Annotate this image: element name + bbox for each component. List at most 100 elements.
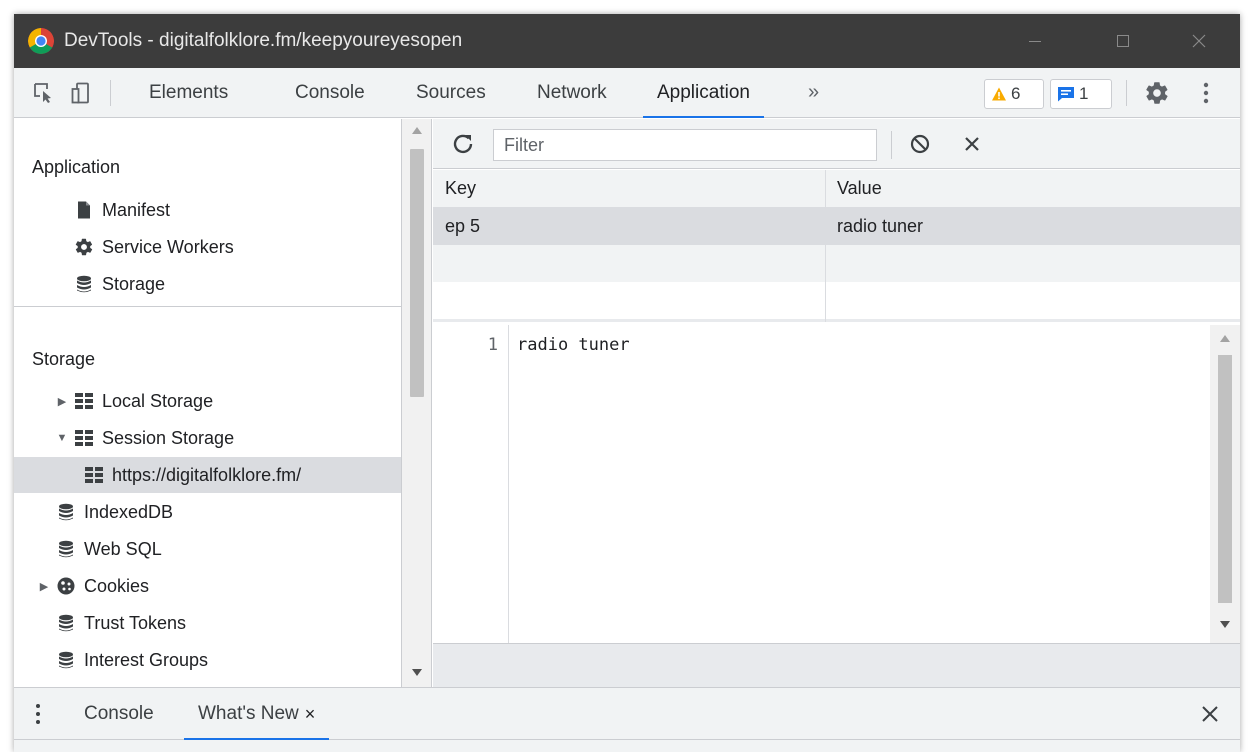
refresh-icon[interactable]: [451, 132, 475, 156]
close-tab-icon[interactable]: ×: [305, 688, 316, 740]
line-number: 1: [487, 335, 498, 355]
column-header-key[interactable]: Key: [433, 170, 825, 207]
database-icon: [59, 651, 73, 669]
scrollbar-thumb[interactable]: [1218, 355, 1232, 603]
sidebar-item-label: Local Storage: [102, 390, 214, 411]
drawer-tab-label: What's New: [198, 703, 299, 724]
maximize-icon: [1117, 35, 1129, 47]
more-options-icon[interactable]: [1201, 80, 1211, 106]
title-bar: DevTools - digitalfolklore.fm/keepyourey…: [14, 14, 1240, 68]
warnings-badge[interactable]: 6: [984, 79, 1044, 109]
sidebar-divider: [14, 306, 401, 307]
preview-status-strip: [433, 643, 1240, 687]
minimize-icon: [1029, 41, 1041, 42]
close-icon: [1192, 34, 1206, 48]
sidebar-item-label: IndexedDB: [84, 501, 174, 522]
chrome-logo-icon: [28, 28, 54, 54]
message-icon: [1058, 87, 1074, 102]
editor-scrollbar[interactable]: [1210, 325, 1240, 643]
sidebar-item-label: Manifest: [102, 199, 171, 220]
minimize-button[interactable]: [1006, 14, 1064, 68]
application-sidebar: Application Manifest Service Workers Sto…: [14, 119, 402, 687]
storage-data-grid: Key Value ep 5 radio tuner: [433, 170, 1240, 322]
sidebar-item-local-storage[interactable]: ▶ Local Storage: [14, 383, 401, 419]
more-tabs-button[interactable]: »: [808, 68, 819, 118]
scroll-down-arrow-icon[interactable]: [1220, 621, 1230, 628]
tab-sources[interactable]: Sources: [416, 68, 486, 118]
sidebar-item-label: Service Workers: [102, 236, 234, 257]
expand-arrow-icon[interactable]: ▶: [38, 580, 50, 593]
tab-elements[interactable]: Elements: [149, 68, 228, 118]
grid-icon: [75, 430, 93, 446]
delete-selected-close-icon[interactable]: [961, 133, 983, 155]
sidebar-item-interest-groups[interactable]: Interest Groups: [14, 642, 401, 678]
code-line[interactable]: radio tuner: [517, 335, 630, 355]
sidebar-item-label: Cookies: [84, 575, 150, 596]
sidebar-item-label: Web SQL: [84, 538, 162, 559]
database-icon: [59, 614, 73, 632]
messages-badge[interactable]: 1: [1050, 79, 1112, 109]
filter-separator: [891, 131, 892, 159]
sidebar-item-label: Trust Tokens: [84, 612, 187, 633]
clear-all-block-icon[interactable]: [909, 133, 931, 155]
sidebar-item-storage-overview[interactable]: Storage: [14, 266, 401, 302]
empty-table-row: [433, 282, 1240, 319]
window-title: DevTools - digitalfolklore.fm/keepyourey…: [64, 30, 463, 51]
sidebar-item-session-storage[interactable]: ▼ Session Storage: [14, 420, 401, 456]
sidebar-item-trust-tokens[interactable]: Trust Tokens: [14, 605, 401, 641]
close-drawer-icon[interactable]: [1200, 704, 1220, 724]
empty-table-row: [433, 245, 1240, 282]
grid-header: Key Value: [433, 170, 1240, 208]
inspect-element-icon[interactable]: [32, 81, 56, 105]
gear-icon: [75, 238, 93, 256]
drawer-tab-console[interactable]: Console: [84, 688, 154, 740]
row-key-cell[interactable]: ep 5: [433, 208, 825, 245]
storage-section-heading: Storage: [32, 349, 96, 369]
warning-icon: [992, 87, 1006, 101]
tab-network[interactable]: Network: [537, 68, 607, 118]
devtools-window: DevTools - digitalfolklore.fm/keepyourey…: [14, 14, 1240, 752]
sidebar-item-indexeddb[interactable]: IndexedDB: [14, 494, 401, 530]
collapse-arrow-icon[interactable]: ▼: [56, 432, 68, 444]
sidebar-item-manifest[interactable]: Manifest: [14, 192, 401, 228]
window-close-button[interactable]: [1170, 14, 1228, 68]
sidebar-item-session-origin[interactable]: https://digitalfolklore.fm/: [14, 457, 401, 493]
sidebar-item-label: Interest Groups: [84, 649, 209, 670]
drawer-menu-icon[interactable]: [34, 702, 42, 726]
drawer-tab-bar: Console What's New ×: [14, 688, 1240, 740]
document-icon: [78, 201, 90, 219]
devtools-toolbar: Elements Console Sources Network Applica…: [14, 68, 1240, 118]
drawer-tab-label: Console: [84, 703, 154, 724]
storage-main-pane: Key Value ep 5 radio tuner 1 radio tuner: [433, 119, 1240, 687]
sidebar-item-cookies[interactable]: ▶ Cookies: [14, 568, 401, 604]
settings-gear-icon[interactable]: [1144, 80, 1170, 106]
scroll-up-arrow-icon[interactable]: [412, 127, 422, 134]
tab-console[interactable]: Console: [295, 68, 365, 118]
line-number-gutter: 1: [433, 325, 509, 643]
tab-application[interactable]: Application: [643, 68, 764, 118]
toolbar-separator: [1126, 80, 1127, 106]
column-divider[interactable]: [825, 170, 826, 322]
warnings-count: 6: [1011, 84, 1021, 103]
database-icon: [59, 540, 73, 558]
database-icon: [77, 275, 91, 293]
filter-input[interactable]: [493, 129, 877, 161]
sidebar-item-web-sql[interactable]: Web SQL: [14, 531, 401, 567]
table-row[interactable]: ep 5 radio tuner: [433, 208, 1240, 245]
value-preview-editor[interactable]: 1 radio tuner: [433, 325, 1240, 643]
drawer-tab-whats-new[interactable]: What's New ×: [183, 688, 330, 740]
scroll-up-arrow-icon[interactable]: [1220, 335, 1230, 342]
sidebar-scrollbar[interactable]: [402, 119, 432, 687]
column-header-value[interactable]: Value: [825, 170, 1240, 207]
device-toolbar-icon[interactable]: [70, 81, 94, 105]
sidebar-item-label: https://digitalfolklore.fm/: [112, 464, 302, 485]
row-value-cell[interactable]: radio tuner: [825, 208, 1240, 245]
expand-arrow-icon[interactable]: ▶: [56, 395, 68, 408]
scrollbar-thumb[interactable]: [410, 149, 424, 397]
bottom-drawer: Console What's New ×: [14, 687, 1240, 752]
application-section-heading: Application: [32, 157, 121, 177]
scroll-down-arrow-icon[interactable]: [412, 669, 422, 676]
storage-filter-bar: [433, 119, 1240, 169]
maximize-button[interactable]: [1094, 14, 1152, 68]
sidebar-item-service-workers[interactable]: Service Workers: [14, 229, 401, 265]
